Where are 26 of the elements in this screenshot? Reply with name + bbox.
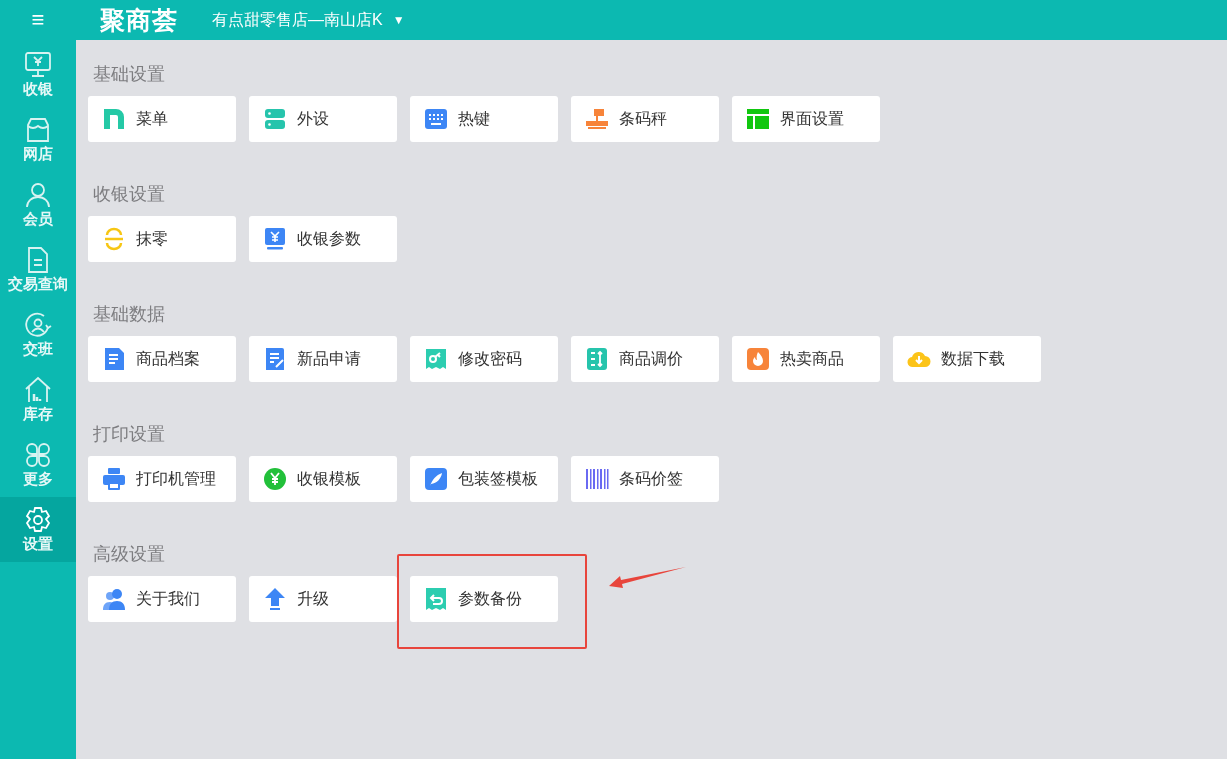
section-title: 基础设置 [93, 63, 166, 86]
settings-tile[interactable]: 打印机管理 [88, 456, 236, 502]
settings-tile[interactable]: 条码秤 [571, 96, 719, 142]
settings-tile[interactable]: 条码价签 [571, 456, 719, 502]
settings-tile[interactable]: 抹零 [88, 216, 236, 262]
section-title: 打印设置 [93, 423, 166, 446]
settings-tile[interactable]: 菜单 [88, 96, 236, 142]
settings-tile[interactable]: 商品调价 [571, 336, 719, 382]
settings-tile[interactable]: 商品档案 [88, 336, 236, 382]
settings-tile[interactable]: 关于我们 [88, 576, 236, 622]
settings-tile[interactable]: 收银模板 [249, 456, 397, 502]
settings-tile[interactable]: 数据下载 [893, 336, 1041, 382]
section-title: 收银设置 [93, 183, 166, 206]
settings-tile[interactable]: 收银参数 [249, 216, 397, 262]
settings-tile[interactable]: 新品申请 [249, 336, 397, 382]
settings-tile[interactable]: 热键 [410, 96, 558, 142]
settings-tile[interactable]: 升级 [249, 576, 397, 622]
settings-tile[interactable]: 界面设置 [732, 96, 880, 142]
settings-tile[interactable]: 修改密码 [410, 336, 558, 382]
settings-tile[interactable]: 外设 [249, 96, 397, 142]
settings-tile[interactable]: 参数备份 [410, 576, 558, 622]
settings-tile[interactable]: 包装签模板 [410, 456, 558, 502]
section-title: 基础数据 [93, 303, 166, 326]
settings-tile[interactable]: 热卖商品 [732, 336, 880, 382]
section-title: 高级设置 [93, 543, 166, 566]
logo: 聚商荟 [100, 4, 178, 36]
